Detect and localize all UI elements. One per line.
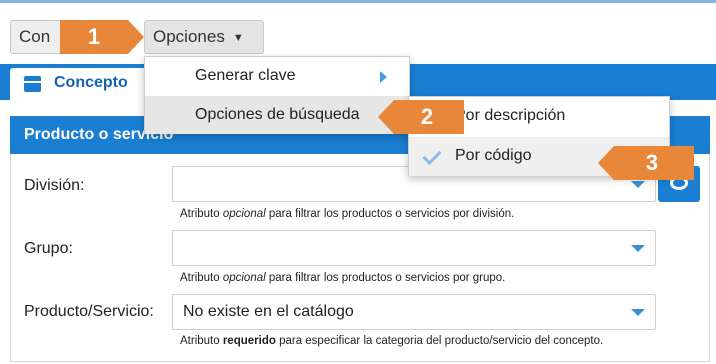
document-icon	[24, 76, 41, 92]
division-label: División:	[24, 177, 85, 194]
division-hint-pre: Atributo	[180, 208, 223, 220]
checkmark-icon	[422, 145, 442, 166]
opciones-button-label: Opciones	[153, 27, 225, 46]
chevron-right-icon	[380, 71, 387, 83]
grupo-hint-post: para filtrar los productos o servicios p…	[265, 272, 506, 284]
producto-hint-post: para especificar la categoria del produc…	[275, 335, 604, 347]
producto-label: Producto/Servicio:	[24, 303, 154, 320]
menu-item-opciones-busqueda[interactable]: Opciones de búsqueda	[145, 96, 409, 134]
top-border	[0, 0, 716, 3]
submenu-item-label: Por código	[455, 147, 532, 164]
grupo-hint-pre: Atributo	[180, 272, 223, 284]
opciones-dropdown-button[interactable]: Opciones ▼	[144, 20, 264, 54]
grupo-hint: Atributo opcional para filtrar los produ…	[180, 272, 505, 284]
callout-number: 2	[420, 104, 434, 129]
tab-concepto-label: Concepto	[54, 74, 128, 91]
menu-item-label: Opciones de búsqueda	[195, 106, 360, 123]
callout-step-3: 3	[598, 146, 694, 180]
division-hint-post: para filtrar los productos o servicios p…	[265, 208, 515, 220]
chevron-down-icon: ▼	[232, 31, 244, 44]
producto-hint-pre: Atributo	[180, 335, 223, 347]
dropdown-arrow-icon	[631, 181, 645, 188]
opciones-menu: Generar clave Opciones de búsqueda	[144, 56, 410, 134]
grupo-hint-em: opcional	[222, 272, 266, 284]
menu-item-generar-clave[interactable]: Generar clave	[145, 57, 409, 95]
division-hint: Atributo opcional para filtrar los produ…	[180, 208, 514, 220]
producto-select[interactable]: No existe en el catálogo	[172, 294, 656, 330]
menu-item-label: Generar clave	[195, 67, 296, 84]
grupo-label: Grupo:	[24, 240, 73, 257]
producto-value: No existe en el catálogo	[183, 303, 354, 320]
dropdown-arrow-icon	[631, 245, 645, 252]
tab-concepto[interactable]: Concepto	[10, 68, 146, 100]
callout-step-1: 1	[60, 20, 144, 54]
callout-step-2: 2	[378, 100, 464, 134]
division-hint-em: opcional	[222, 208, 266, 220]
grupo-select[interactable]	[172, 230, 656, 266]
con-button[interactable]: Con	[10, 20, 66, 54]
callout-number: 3	[645, 150, 659, 175]
con-button-label: Con	[19, 27, 51, 46]
submenu-item-label: Por descripción	[455, 107, 566, 124]
producto-hint-strong: requerido	[222, 335, 276, 347]
producto-hint: Atributo requerido para especificar la c…	[180, 335, 603, 347]
dropdown-arrow-icon	[631, 309, 645, 316]
callout-number: 1	[87, 24, 101, 49]
